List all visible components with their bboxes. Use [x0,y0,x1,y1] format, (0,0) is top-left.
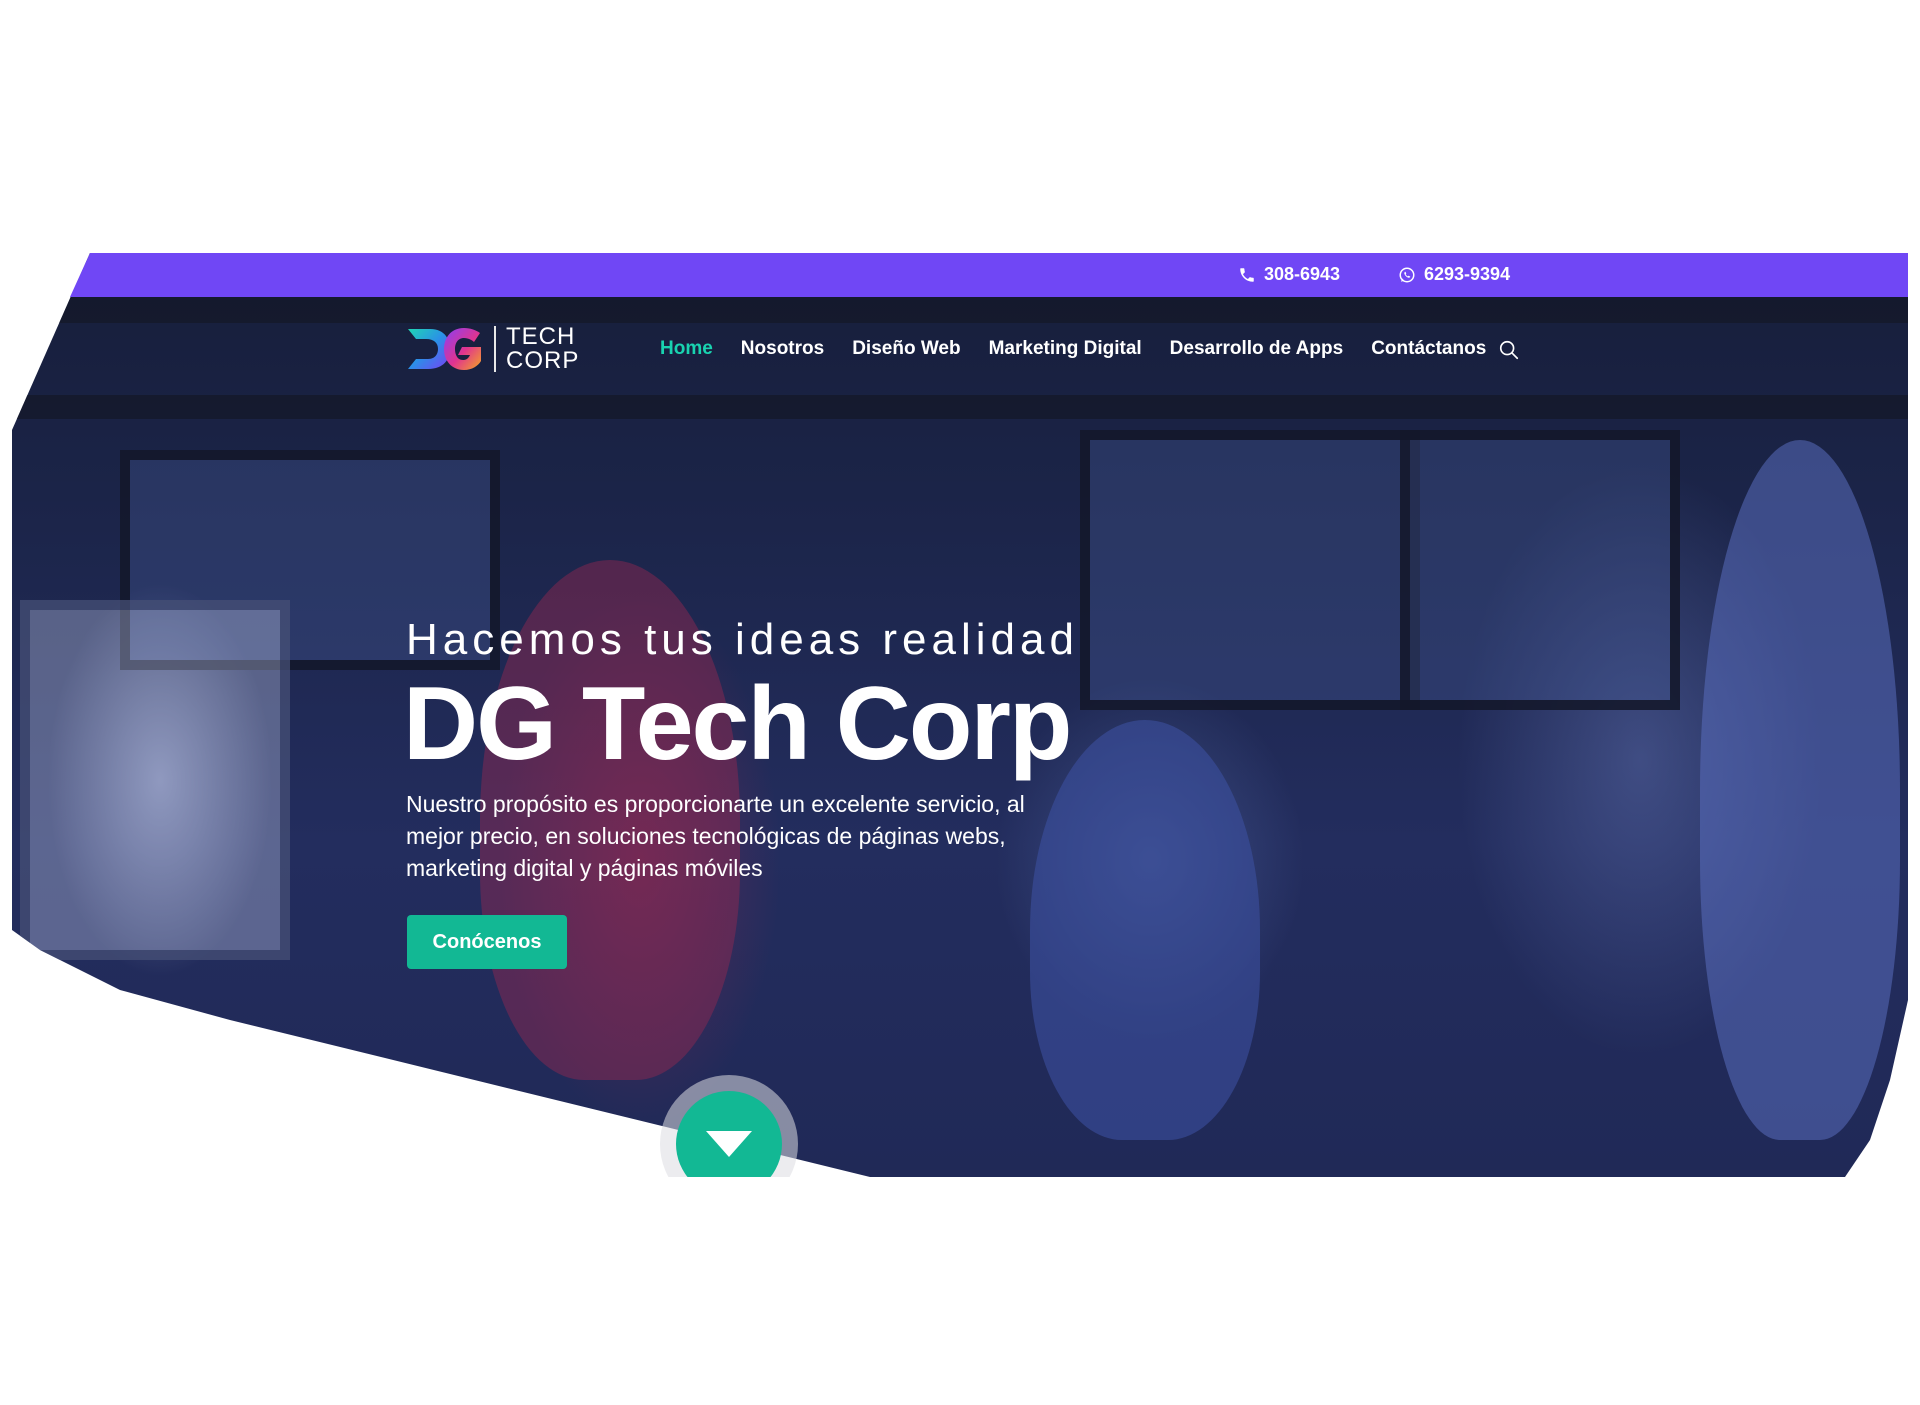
nav-item-desarrollo-de-apps[interactable]: Desarrollo de Apps [1156,338,1358,360]
nav-item-home[interactable]: Home [646,338,727,360]
ceiling-beam [12,395,1908,419]
whiteboard [20,600,290,960]
background-person [1700,440,1900,1140]
whatsapp-contact[interactable]: 6293-9394 [1398,264,1510,285]
background-window [1080,430,1420,710]
logo-mark-icon [408,328,481,370]
phone-icon [1240,267,1254,282]
scroll-down-circle [676,1091,782,1197]
phone-contact[interactable]: 308-6943 [1238,264,1340,285]
search-icon[interactable] [1498,339,1520,361]
logo-divider [494,326,496,372]
logo[interactable]: TECH CORP [406,325,579,373]
whatsapp-number: 6293-9394 [1424,264,1511,284]
nav-item-diseno-web[interactable]: Diseño Web [838,338,974,360]
hero-title: DG Tech Corp [403,666,1072,782]
main-nav: Home Nosotros Diseño Web Marketing Digit… [646,338,1500,360]
chevron-down-icon [706,1131,752,1157]
whatsapp-icon [1399,267,1415,282]
logo-text: TECH CORP [506,325,579,373]
logo-line-1: TECH [506,323,576,350]
conocenos-button[interactable]: Conócenos [407,915,567,969]
nav-item-marketing-digital[interactable]: Marketing Digital [975,338,1156,360]
scroll-down-button[interactable] [660,1075,798,1213]
hero-tagline: Hacemos tus ideas realidad [406,615,1079,664]
hero-description: Nuestro propósito es proporcionarte un e… [406,791,1025,881]
phone-number: 308-6943 [1264,264,1341,284]
logo-line-2: CORP [506,347,580,374]
background-window [1400,430,1680,710]
nav-item-contactanos[interactable]: Contáctanos [1357,338,1500,360]
top-bar [70,253,1908,297]
nav-item-nosotros[interactable]: Nosotros [727,338,838,360]
